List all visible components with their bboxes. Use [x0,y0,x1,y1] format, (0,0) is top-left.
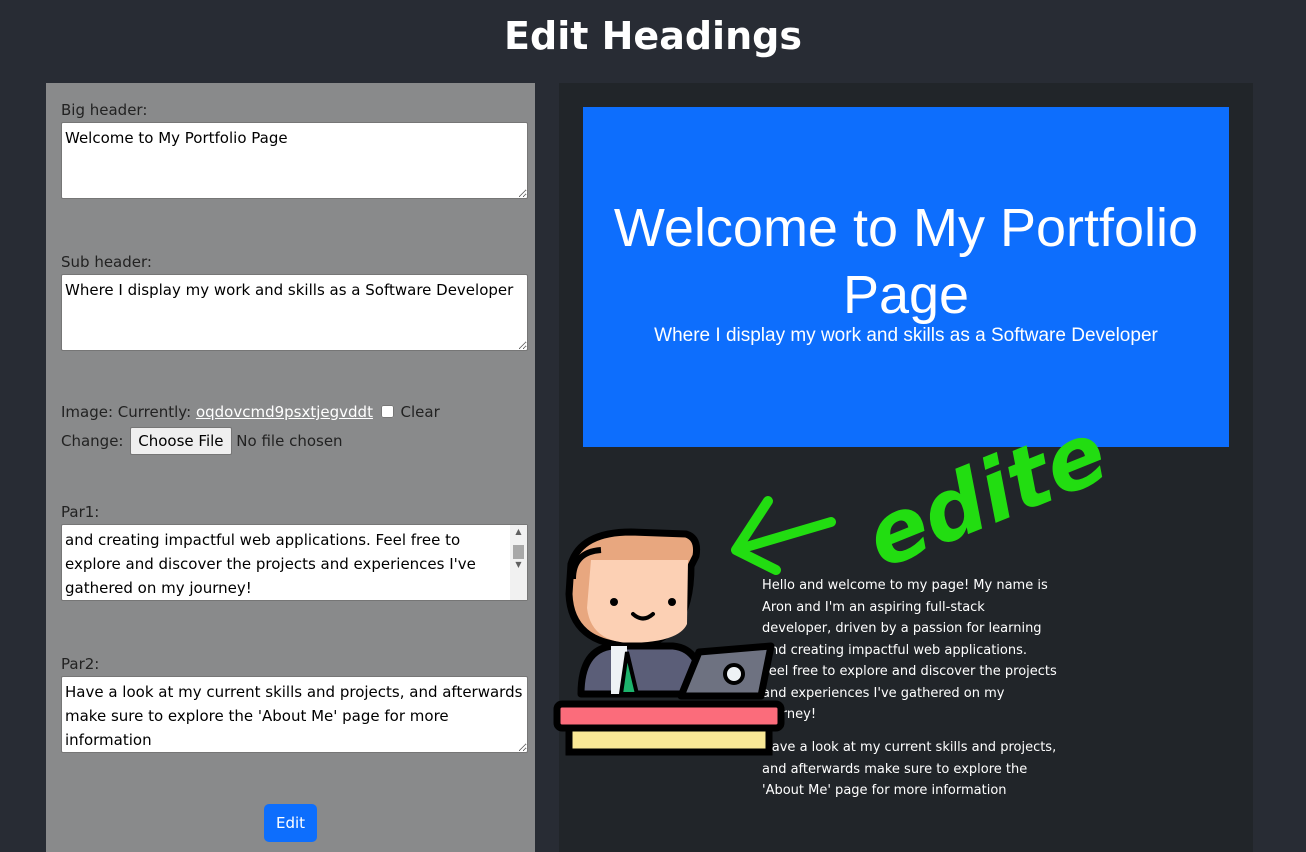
current-image-link[interactable]: oqdovcmd9psxtjegvddt [196,403,373,421]
page-title: Edit Headings [504,14,802,58]
par1-textarea[interactable]: and creating impactful web applications.… [61,524,528,601]
image-change-row: Change: Choose File No file chosen [61,427,343,455]
sub-header-label: Sub header: [61,253,152,271]
par1-scrollbar[interactable]: ▲ ▼ [510,525,527,600]
edited-annotation: edited [731,395,1106,575]
hero-subtitle: Where I display my work and skills as a … [654,325,1158,346]
par2-textarea[interactable]: Have a look at my current skills and pro… [61,676,528,753]
edit-button[interactable]: Edit [264,804,317,842]
left-arrow-icon [731,496,836,575]
choose-file-button[interactable]: Choose File [130,427,232,455]
hero-title: Welcome to My Portfolio Page [613,198,1199,325]
edit-form: Big header: Welcome to My Portfolio Page… [46,83,535,852]
preview-paragraph-2: Have a look at my current skills and pro… [762,740,1057,798]
big-header-label: Big header: [61,101,148,119]
par2-label: Par2: [61,655,100,673]
par1-label: Par1: [61,503,100,521]
clear-label: Clear [400,403,440,421]
scroll-up-icon[interactable]: ▲ [510,525,527,539]
scroll-down-icon[interactable]: ▼ [510,558,527,572]
par1-field: and creating impactful web applications.… [61,524,528,601]
change-label: Change: [61,432,124,450]
sub-header-textarea[interactable]: Where I display my work and skills as a … [61,274,528,351]
preview-paragraph-1: Hello and welcome to my page! My name is… [762,578,1057,722]
annotation-text: edited [852,395,1106,575]
clear-image-checkbox[interactable] [380,405,394,418]
big-header-textarea[interactable]: Welcome to My Portfolio Page [61,122,528,199]
image-label: Image: Currently: [61,403,192,421]
scrollbar-thumb[interactable] [513,545,524,559]
image-current-row: Image: Currently: oqdovcmd9psxtjegvddt C… [61,403,440,421]
no-file-chosen-text: No file chosen [236,432,343,450]
